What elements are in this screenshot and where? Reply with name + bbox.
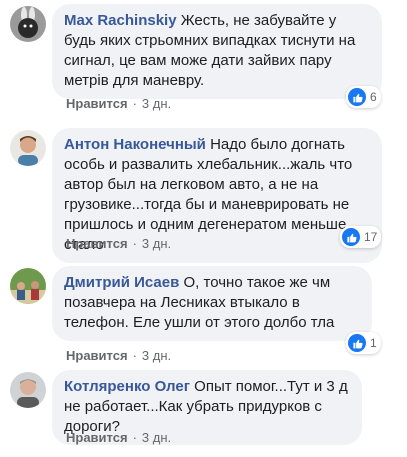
reaction-number: 1 — [370, 336, 377, 350]
timestamp[interactable]: 3 дн. — [142, 96, 171, 111]
avatar[interactable] — [10, 268, 46, 304]
timestamp[interactable]: 3 дн. — [142, 348, 171, 363]
thumbs-up-icon — [348, 88, 366, 106]
comment-actions: Нравится · 3 дн. — [66, 236, 171, 251]
separator: · — [132, 96, 137, 111]
person-avatar-icon — [10, 130, 46, 166]
thumbs-up-icon — [342, 228, 360, 246]
timestamp[interactable]: 3 дн. — [142, 430, 171, 445]
avatar[interactable] — [10, 130, 46, 166]
group-photo-avatar-icon — [10, 268, 46, 304]
comment-actions: Нравится · 3 дн. — [66, 348, 171, 363]
like-link[interactable]: Нравится — [66, 348, 128, 363]
reaction-number: 17 — [364, 230, 378, 244]
separator: · — [132, 236, 137, 251]
reaction-number: 6 — [370, 90, 377, 104]
comment-actions: Нравится · 3 дн. — [66, 430, 171, 445]
like-link[interactable]: Нравится — [66, 236, 128, 251]
reaction-count[interactable]: 1 — [346, 332, 381, 354]
comment-author[interactable]: Котляренко Олег — [64, 378, 190, 395]
separator: · — [132, 348, 137, 363]
comment-actions: Нравится · 3 дн. — [66, 96, 171, 111]
timestamp[interactable]: 3 дн. — [142, 236, 171, 251]
avatar[interactable] — [10, 6, 46, 42]
comment-bubble: Дмитрий Исаев О, точно такое же чм позав… — [52, 266, 372, 341]
comment-author[interactable]: Max Rachinskiy — [64, 12, 177, 29]
like-link[interactable]: Нравится — [66, 96, 128, 111]
comment-bubble: Max Rachinskiy Жесть, не забувайте у буд… — [52, 4, 382, 99]
person-avatar-icon — [10, 372, 46, 408]
like-link[interactable]: Нравится — [66, 430, 128, 445]
avatar[interactable] — [10, 372, 46, 408]
bunny-avatar-icon — [10, 6, 46, 42]
comment-author[interactable]: Антон Наконечный — [64, 136, 206, 153]
comment-author[interactable]: Дмитрий Исаев — [64, 274, 179, 291]
separator: · — [132, 430, 137, 445]
reaction-count[interactable]: 6 — [346, 86, 381, 108]
thumbs-up-icon — [348, 334, 366, 352]
reaction-count[interactable]: 17 — [340, 226, 382, 248]
